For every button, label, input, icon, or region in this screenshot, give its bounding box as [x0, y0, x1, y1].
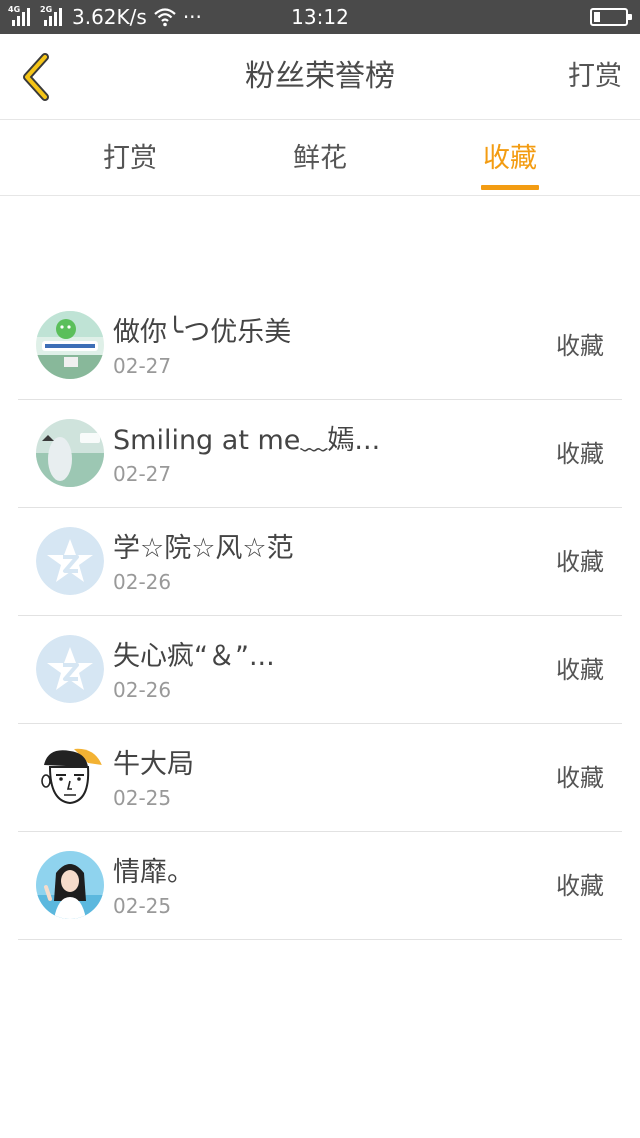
avatar[interactable] [36, 635, 104, 703]
fan-list: 做你╰つ优乐美 02-27 收藏 Smiling at me﹏嫣... 02-2… [18, 292, 622, 940]
favorite-date: 02-26 [113, 570, 172, 594]
favorite-date: 02-25 [113, 894, 172, 918]
tab-reward-label: 打赏 [103, 143, 157, 174]
favorite-label: 收藏 [556, 872, 604, 900]
user-name: Smiling at me﹏嫣... [113, 425, 381, 456]
reward-button[interactable]: 打赏 [568, 34, 622, 120]
cartoon-face-avatar-icon [36, 743, 104, 811]
avatar[interactable] [36, 527, 104, 595]
favorite-date: 02-25 [113, 786, 172, 810]
favorite-date: 02-26 [113, 678, 172, 702]
tab-flowers-label: 鲜花 [293, 143, 347, 174]
wechat-promo-avatar-icon [36, 311, 104, 379]
list-item[interactable]: 失心疯“＆”... 02-26 收藏 [18, 616, 622, 724]
user-name: 情靡。 [113, 857, 194, 888]
active-tab-indicator [481, 185, 539, 190]
tab-reward[interactable]: 打赏 [65, 121, 195, 196]
user-name: 学☆院☆风☆范 [113, 533, 294, 564]
list-item[interactable]: 情靡。 02-25 收藏 [18, 832, 622, 940]
user-name: 失心疯“＆”... [113, 641, 275, 672]
favorite-date: 02-27 [113, 354, 172, 378]
default-qzone-avatar-icon [36, 527, 104, 595]
list-item[interactable]: Smiling at me﹏嫣... 02-27 收藏 [18, 400, 622, 508]
battery-fill [594, 12, 600, 22]
list-item[interactable]: 牛大局 02-25 收藏 [18, 724, 622, 832]
avatar[interactable] [36, 311, 104, 379]
list-item[interactable]: 做你╰つ优乐美 02-27 收藏 [18, 292, 622, 400]
clock: 13:12 [291, 5, 349, 29]
tab-flowers[interactable]: 鲜花 [255, 121, 385, 196]
photo-avatar-icon [36, 419, 104, 487]
page-title: 粉丝荣誉榜 [245, 59, 395, 94]
favorite-label: 收藏 [556, 656, 604, 684]
tab-favorites[interactable]: 收藏 [445, 121, 575, 196]
favorite-label: 收藏 [556, 764, 604, 792]
favorite-label: 收藏 [556, 548, 604, 576]
user-name: 做你╰つ优乐美 [113, 317, 292, 348]
girl-photo-avatar-icon [36, 851, 104, 919]
user-name: 牛大局 [113, 749, 194, 780]
status-bar: 4G 2G 3.62K/s ··· 13:12 [0, 0, 640, 34]
favorite-label: 收藏 [556, 332, 604, 360]
tab-favorites-label: 收藏 [483, 143, 537, 174]
avatar[interactable] [36, 851, 104, 919]
tab-bar: 打赏 鲜花 收藏 [0, 121, 640, 196]
avatar[interactable] [36, 743, 104, 811]
favorite-date: 02-27 [113, 462, 172, 486]
avatar[interactable] [36, 419, 104, 487]
list-item[interactable]: 学☆院☆风☆范 02-26 收藏 [18, 508, 622, 616]
default-qzone-avatar-icon [36, 635, 104, 703]
nav-header: 粉丝荣誉榜 打赏 [0, 34, 640, 120]
battery-icon [590, 8, 632, 26]
favorite-label: 收藏 [556, 440, 604, 468]
